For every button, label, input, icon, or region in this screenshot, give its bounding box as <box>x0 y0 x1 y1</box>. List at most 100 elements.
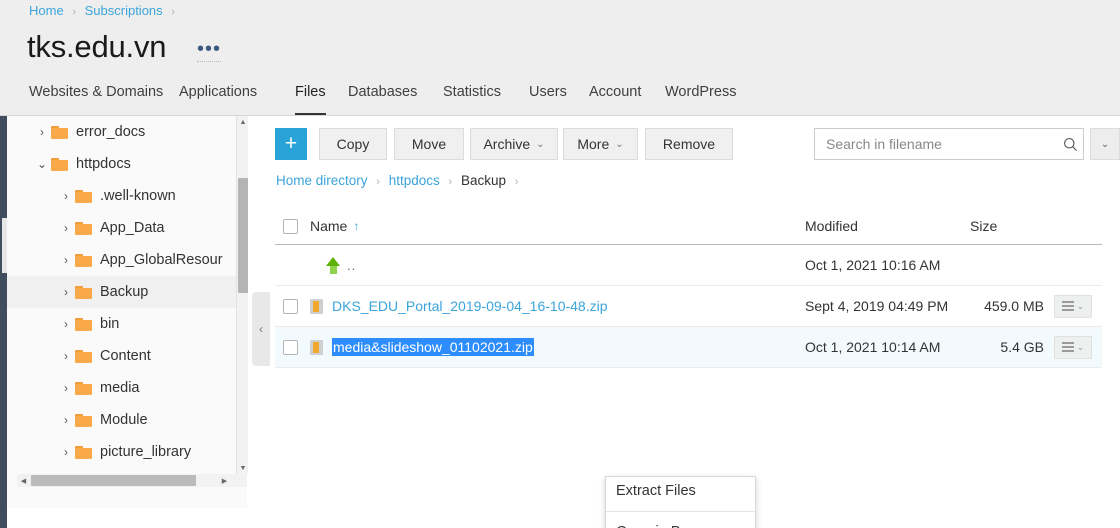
scroll-up-arrow-icon[interactable]: ▲ <box>237 116 249 128</box>
select-all-cell <box>275 218 310 234</box>
plesk-file-manager: Home › Subscriptions › tks.edu.vn ••• We… <box>0 0 1120 528</box>
search-options-chevron-down-icon[interactable]: ⌄ <box>1090 128 1120 160</box>
tree-item-picture-library[interactable]: › picture_library <box>7 436 247 468</box>
column-header-name-label: Name <box>310 218 348 234</box>
add-new-button[interactable]: + <box>275 128 307 160</box>
tree-item-httpdocs[interactable]: ⌄ httpdocs <box>7 148 247 180</box>
tree-expand-chevron-icon[interactable]: › <box>59 381 73 395</box>
row-checkbox[interactable] <box>283 339 298 355</box>
tree-expand-chevron-icon[interactable]: ⌄ <box>35 157 49 171</box>
tree-item-label: error_docs <box>76 124 146 140</box>
tree-expand-chevron-icon[interactable]: › <box>59 253 73 267</box>
folder-icon <box>75 317 92 331</box>
search-box[interactable] <box>814 128 1084 160</box>
file-name-link[interactable]: media&slideshow_01102021.zip <box>332 338 534 356</box>
search-input[interactable] <box>815 136 1057 152</box>
tree-expand-chevron-icon[interactable]: › <box>59 413 73 427</box>
tree-expand-chevron-icon[interactable]: › <box>59 221 73 235</box>
tree-item-module[interactable]: › Module <box>7 404 247 436</box>
tree-item-well-known[interactable]: › .well-known <box>7 180 247 212</box>
tree-item-label: picture_library <box>100 444 192 460</box>
tree-expand-chevron-icon[interactable]: › <box>59 285 73 299</box>
button-label: Archive <box>483 136 531 152</box>
folder-icon <box>75 221 92 235</box>
zip-archive-icon <box>310 339 323 355</box>
folder-icon <box>75 285 92 299</box>
scrollbar-thumb[interactable] <box>31 475 196 486</box>
tree-item-media[interactable]: › media <box>7 372 247 404</box>
table-row[interactable]: .. Oct 1, 2021 10:16 AM <box>275 245 1102 286</box>
row-actions-cell: ⌄ <box>1054 294 1102 318</box>
tab-wordpress[interactable]: WordPress <box>665 84 736 115</box>
breadcrumb-item-home[interactable]: Home <box>29 3 64 18</box>
tree-item-label: Module <box>100 412 148 428</box>
archive-button[interactable]: Archive ⌄ <box>470 128 558 160</box>
tab-databases[interactable]: Databases <box>348 84 417 115</box>
more-button[interactable]: More ⌄ <box>563 128 638 160</box>
tab-applications[interactable]: Applications <box>179 84 257 115</box>
page-more-options-button[interactable]: ••• <box>197 39 222 62</box>
row-actions-menu-button[interactable]: ⌄ <box>1054 294 1092 318</box>
sort-ascending-arrow-icon: ↑ <box>353 219 360 233</box>
tree-expand-chevron-icon[interactable]: › <box>35 125 49 139</box>
parent-directory-up-arrow-icon[interactable] <box>326 256 341 274</box>
tab-statistics[interactable]: Statistics <box>443 84 501 115</box>
parent-directory-link[interactable]: .. <box>347 258 356 273</box>
tree-item-label: .well-known <box>100 188 176 204</box>
table-row[interactable]: media&slideshow_01102021.zip Oct 1, 2021 … <box>275 327 1102 368</box>
row-checkbox[interactable] <box>283 298 298 314</box>
table-row[interactable]: DKS_EDU_Portal_2019-09-04_16-10-48.zip Se… <box>275 286 1102 327</box>
row-actions-menu-button[interactable]: ⌄ <box>1054 335 1092 359</box>
path-breadcrumb: Home directory › httpdocs › Backup › <box>276 173 523 188</box>
tree-expand-chevron-icon[interactable]: › <box>59 189 73 203</box>
scroll-left-arrow-icon[interactable]: ◀ <box>17 474 30 487</box>
tree-item-app-globalresour[interactable]: › App_GlobalResour <box>7 244 247 276</box>
tree-item-app-data[interactable]: › App_Data <box>7 212 247 244</box>
left-nav-rail <box>0 116 7 528</box>
scroll-right-arrow-icon[interactable]: ▶ <box>218 474 231 487</box>
tree-expand-chevron-icon[interactable]: › <box>59 445 73 459</box>
column-header-name[interactable]: Name ↑ <box>310 218 805 234</box>
file-list-panel: + CopyMoveArchive⌄More⌄Remove ⌄ Home di <box>270 116 1120 528</box>
hamburger-menu-icon <box>1061 342 1074 352</box>
zip-archive-icon <box>310 298 323 314</box>
tree-item-error-docs[interactable]: › error_docs <box>7 116 247 148</box>
column-header-size[interactable]: Size <box>970 218 1054 234</box>
folder-icon <box>75 349 92 363</box>
row-select-cell <box>275 298 310 314</box>
move-button[interactable]: Move <box>394 128 464 160</box>
copy-button[interactable]: Copy <box>319 128 387 160</box>
tree-item-content[interactable]: › Content <box>7 340 247 372</box>
main-tabs: Websites & Domains Applications Files Da… <box>0 84 1120 115</box>
tab-websites-domains[interactable]: Websites & Domains <box>29 84 163 115</box>
column-header-modified[interactable]: Modified <box>805 218 970 234</box>
search-icon[interactable] <box>1057 129 1083 159</box>
breadcrumb-item-subscriptions[interactable]: Subscriptions <box>85 3 163 18</box>
chevron-down-icon: ⌄ <box>536 138 545 150</box>
path-item-httpdocs[interactable]: httpdocs <box>389 173 440 188</box>
tree-expand-chevron-icon[interactable]: › <box>59 349 73 363</box>
tree-expand-chevron-icon[interactable]: › <box>59 317 73 331</box>
folder-tree-horizontal-scrollbar[interactable]: ◀ ▶ <box>17 474 247 487</box>
context-menu-item-open-in-browser[interactable]: Open in Browser <box>606 518 755 528</box>
path-item-backup[interactable]: Backup <box>461 173 506 188</box>
file-name-link[interactable]: DKS_EDU_Portal_2019-09-04_16-10-48.zip <box>332 298 608 314</box>
tree-item-bin[interactable]: › bin <box>7 308 247 340</box>
hamburger-menu-icon <box>1061 301 1074 311</box>
folder-tree-vertical-scrollbar[interactable]: ▲ ▼ <box>236 116 248 474</box>
button-label: Copy <box>336 136 370 152</box>
tab-account[interactable]: Account <box>589 84 641 115</box>
folder-icon <box>75 413 92 427</box>
tree-item-backup[interactable]: › Backup <box>7 276 247 308</box>
folder-icon <box>51 125 68 139</box>
path-item-home-directory[interactable]: Home directory <box>276 173 368 188</box>
scrollbar-thumb[interactable] <box>238 178 248 293</box>
tree-collapse-chevron-icon[interactable]: ‹ <box>252 292 270 366</box>
remove-button[interactable]: Remove <box>645 128 733 160</box>
context-menu-item-extract-files[interactable]: Extract Files <box>606 477 755 505</box>
select-all-checkbox[interactable] <box>283 218 298 234</box>
scroll-down-arrow-icon[interactable]: ▼ <box>237 462 249 474</box>
file-table: Name ↑ Modified Size .. Oct 1, 2021 10:16… <box>275 208 1102 368</box>
tab-files[interactable]: Files <box>295 84 326 115</box>
tab-users[interactable]: Users <box>529 84 567 115</box>
